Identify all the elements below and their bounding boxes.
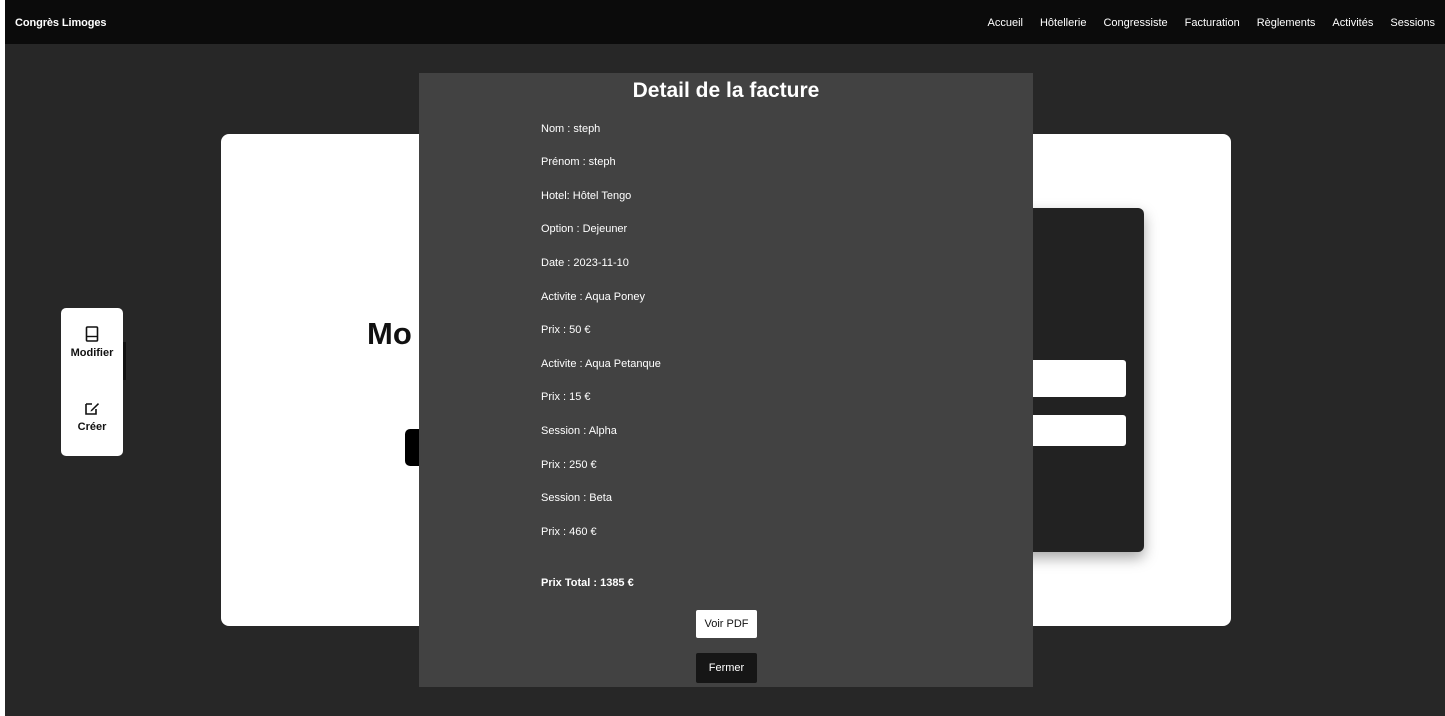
nav-link-congressiste[interactable]: Congressiste — [1103, 17, 1167, 29]
nav-link-sessions[interactable]: Sessions — [1390, 17, 1435, 29]
view-pdf-button[interactable]: Voir PDF — [696, 610, 757, 638]
detail-hotel: Hotel: Hôtel Tengo — [541, 190, 632, 202]
close-button[interactable]: Fermer — [696, 653, 757, 683]
side-menu: Modifier Créer — [61, 308, 126, 456]
nav-link-reglements[interactable]: Règlements — [1257, 17, 1316, 29]
detail-activite: Activite : Aqua Petanque — [541, 358, 661, 370]
detail-session: Session : Beta — [541, 492, 612, 504]
background-page-title: Mo — [367, 316, 412, 351]
nav-links: Accueil Hôtellerie Congressiste Facturat… — [971, 17, 1435, 29]
nav-link-hotellerie[interactable]: Hôtellerie — [1040, 17, 1086, 29]
detail-prix: Prix : 50 € — [541, 324, 591, 336]
nav-link-accueil[interactable]: Accueil — [988, 17, 1023, 29]
book-icon — [61, 326, 123, 345]
edit-icon — [61, 400, 123, 419]
side-item-modifier[interactable]: Modifier — [61, 326, 126, 380]
detail-date: Date : 2023-11-10 — [541, 257, 629, 269]
detail-prix: Prix : 250 € — [541, 459, 597, 471]
brand-logo[interactable]: Congrès Limoges — [15, 17, 107, 29]
detail-prix: Prix : 15 € — [541, 391, 591, 403]
detail-prenom: Prénom : steph — [541, 156, 616, 168]
side-item-modifier-label: Modifier — [70, 347, 114, 359]
nav-link-facturation[interactable]: Facturation — [1185, 17, 1240, 29]
detail-prix: Prix : 460 € — [541, 526, 597, 538]
detail-total: Prix Total : 1385 € — [541, 577, 634, 589]
detail-option: Option : Dejeuner — [541, 223, 628, 235]
app-frame: Congrès Limoges Accueil Hôtellerie Congr… — [5, 0, 1445, 716]
side-item-creer-label: Créer — [77, 421, 107, 433]
detail-nom: Nom : steph — [541, 123, 601, 135]
detail-session: Session : Alpha — [541, 425, 617, 437]
nav-link-activites[interactable]: Activités — [1332, 17, 1373, 29]
side-item-creer[interactable]: Créer — [61, 400, 123, 433]
detail-activite: Activite : Aqua Poney — [541, 291, 645, 303]
modal-title: Detail de la facture — [632, 79, 820, 102]
navbar: Congrès Limoges Accueil Hôtellerie Congr… — [5, 0, 1445, 44]
invoice-detail-modal: Detail de la facture Nom : steph Prénom … — [419, 73, 1033, 687]
